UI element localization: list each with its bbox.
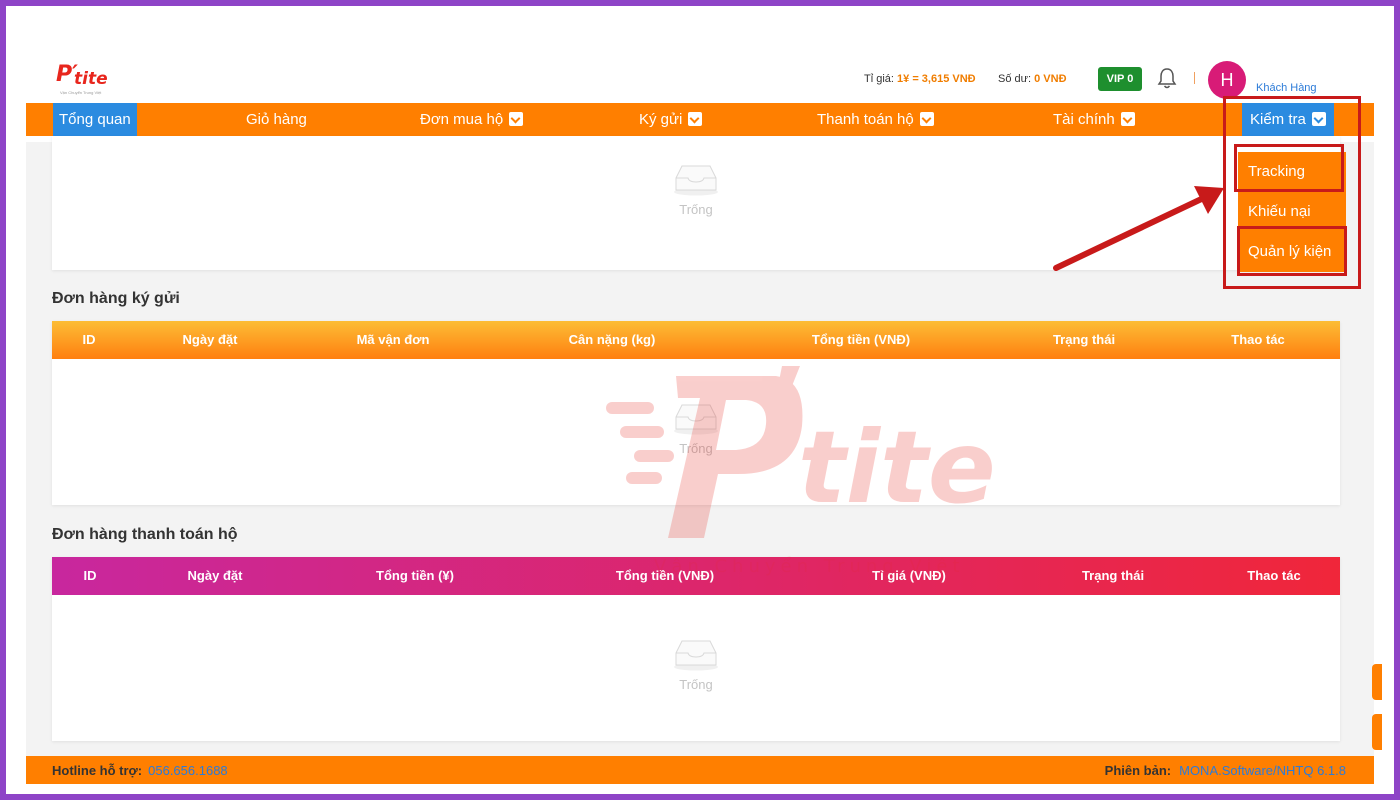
balance: Số dư: 0 VNĐ	[998, 73, 1067, 85]
side-widget-tab[interactable]	[1372, 714, 1382, 750]
empty-state: Trống	[673, 401, 719, 456]
empty-inbox-icon	[673, 401, 719, 435]
exchange-rate-label: Tỉ giá:	[864, 73, 894, 85]
column-header[interactable]: Tổng tiền (¥)	[376, 557, 454, 595]
version-label: Phiên bản:	[1104, 763, 1172, 778]
nav-item-overview[interactable]: Tổng quan	[53, 103, 137, 136]
payment-table: ID Ngày đặt Tổng tiền (¥) Tổng tiền (VNĐ…	[52, 557, 1340, 741]
column-header[interactable]: Mã vận đơn	[357, 321, 430, 359]
bell-icon[interactable]	[1156, 66, 1178, 90]
vip-badge[interactable]: VIP 0	[1098, 67, 1142, 91]
nav-item-label: Tài chính	[1053, 111, 1115, 128]
chevron-down-icon	[509, 112, 524, 127]
column-header[interactable]: ID	[84, 557, 97, 595]
column-header[interactable]: Tỉ giá (VNĐ)	[872, 557, 946, 595]
balance-label: Số dư:	[998, 73, 1032, 85]
hotline-link[interactable]: 056.656.1688	[148, 763, 228, 778]
empty-text: Trống	[679, 677, 713, 692]
nav-item-label: Tổng quan	[59, 111, 131, 128]
chevron-down-icon	[1120, 112, 1135, 127]
chevron-down-icon	[688, 112, 703, 127]
nav-item-purchase-orders[interactable]: Đơn mua hộ	[420, 103, 524, 136]
column-header[interactable]: Trạng thái	[1053, 321, 1115, 359]
chevron-down-icon	[919, 112, 934, 127]
table-header: ID Ngày đặt Tổng tiền (¥) Tổng tiền (VNĐ…	[52, 557, 1340, 595]
exchange-rate-value: 1¥ = 3,615 VNĐ	[897, 73, 976, 85]
nav-item-label: Đơn mua hộ	[420, 111, 504, 128]
header-divider	[1194, 72, 1195, 84]
nav-item-payment-service[interactable]: Thanh toán hộ	[817, 103, 934, 136]
logo-word: tite	[74, 69, 108, 89]
nav-item-finance[interactable]: Tài chính	[1053, 103, 1135, 136]
avatar[interactable]: H	[1208, 61, 1246, 99]
highlight-box-package-management	[1237, 226, 1347, 276]
nav-item-consignment[interactable]: Ký gửi	[639, 103, 703, 136]
exchange-rate: Tỉ giá: 1¥ = 3,615 VNĐ	[864, 73, 976, 85]
section-title-payment: Đơn hàng thanh toán hộ	[52, 526, 238, 543]
hotline-label: Hotline hỗ trợ:	[52, 763, 143, 778]
empty-state: Trống	[673, 637, 719, 692]
empty-text: Trống	[679, 441, 713, 456]
column-header[interactable]: Cân nặng (kg)	[569, 321, 656, 359]
empty-inbox-icon	[673, 162, 719, 196]
highlight-box-tracking	[1234, 144, 1344, 192]
nav-item-cart[interactable]: Giỏ hàng	[246, 103, 307, 136]
annotation-arrow-icon	[1053, 186, 1224, 271]
empty-text: Trống	[679, 202, 713, 217]
logo-tagline: Vận Chuyển Trung Việt	[60, 90, 102, 95]
logo[interactable]: P′ tite Vận Chuyển Trung Việt	[54, 62, 124, 98]
nav-item-label: Thanh toán hộ	[817, 111, 914, 128]
column-header[interactable]: ID	[83, 321, 96, 359]
app-window: P′ tite Vận Chuyển Trung Việt Tỉ giá: 1¥…	[6, 6, 1394, 794]
nav-item-label: Ký gửi	[639, 111, 683, 128]
column-header[interactable]: Trạng thái	[1082, 557, 1144, 595]
main-nav: Tổng quan Giỏ hàng Đơn mua hộ Ký gửi Tha…	[26, 103, 1374, 136]
column-header[interactable]: Thao tác	[1231, 321, 1284, 359]
column-header[interactable]: Thao tác	[1247, 557, 1300, 595]
column-header[interactable]: Tổng tiền (VNĐ)	[812, 321, 910, 359]
footer-hotline: Hotline hỗ trợ: 056.656.1688	[52, 763, 228, 778]
column-header[interactable]: Tổng tiền (VNĐ)	[616, 557, 714, 595]
balance-value: 0 VNĐ	[1034, 73, 1067, 85]
empty-state: Trống	[673, 162, 719, 217]
footer: Hotline hỗ trợ: 056.656.1688 Phiên bản: MO…	[26, 756, 1374, 784]
consignment-table: ID Ngày đặt Mã vận đơn Cân nặng (kg) Tổn…	[52, 321, 1340, 505]
column-header[interactable]: Ngày đặt	[183, 321, 238, 359]
version-link[interactable]: MONA.Software/NHTQ 6.1.8	[1179, 763, 1346, 778]
footer-version: Phiên bản: MONA.Software/NHTQ 6.1.8	[1105, 763, 1346, 778]
nav-item-label: Giỏ hàng	[246, 111, 307, 128]
table-header: ID Ngày đặt Mã vận đơn Cân nặng (kg) Tổn…	[52, 321, 1340, 359]
empty-inbox-icon	[673, 637, 719, 671]
user-name-link[interactable]: Khách Hàng	[1256, 82, 1317, 94]
section-title-consignment: Đơn hàng ký gửi	[52, 290, 180, 307]
side-widget-tab[interactable]	[1372, 664, 1382, 700]
column-header[interactable]: Ngày đặt	[188, 557, 243, 595]
